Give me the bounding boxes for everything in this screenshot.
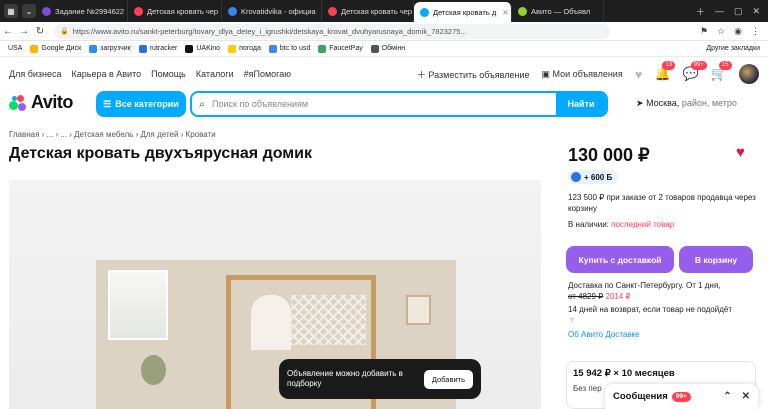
- extension-icon[interactable]: ⚑: [700, 26, 708, 37]
- tab-favicon-icon: [420, 7, 429, 17]
- post-ad-link[interactable]: ＋ Разместить объявление: [417, 68, 530, 81]
- browser-tab[interactable]: Детская кровать чер: [322, 0, 414, 22]
- delivery-info-link[interactable]: Об Авито Доставке: [568, 330, 640, 339]
- bookmark-item[interactable]: rutracker: [138, 44, 177, 53]
- back-arrow-icon[interactable]: ←: [0, 26, 16, 37]
- return-policy: 14 дней на возврат, если товар не подойд…: [568, 305, 732, 314]
- bookmark-item[interactable]: погода: [228, 44, 261, 53]
- add-to-collection-button[interactable]: Добавить: [423, 369, 473, 389]
- search-button[interactable]: Найти: [556, 93, 606, 115]
- profile-icon[interactable]: ◉: [734, 26, 742, 37]
- search-input[interactable]: Поиск по объявлениям: [212, 99, 556, 109]
- location-selector[interactable]: ➤ Москва, район, метро: [636, 98, 737, 109]
- notif-count-badge: 13: [662, 61, 676, 70]
- nav-catalogs[interactable]: Каталоги: [196, 69, 234, 79]
- location-arrow-icon: ➤: [636, 98, 644, 108]
- bookmark-favicon-icon: [89, 44, 98, 53]
- search-icon: ⌕: [199, 98, 205, 110]
- menu-dots-icon[interactable]: ⋮: [751, 26, 760, 37]
- browser-tab[interactable]: Детская кровать чер: [128, 0, 222, 22]
- msg-count-badge: 99+: [690, 61, 707, 70]
- breadcrumb[interactable]: Главная › ... › ... › Детская мебель › Д…: [9, 130, 216, 139]
- question-icon[interactable]: ?: [570, 318, 574, 325]
- nav-business[interactable]: Для бизнеса: [9, 69, 62, 79]
- add-to-cart-button[interactable]: В корзину: [679, 246, 753, 273]
- tab-grid-icon[interactable]: ▦: [4, 4, 18, 18]
- buy-with-delivery-button[interactable]: Купить с доставкой: [566, 246, 674, 273]
- avito-logo-icon: [9, 94, 27, 111]
- tab-favicon-icon: [328, 6, 337, 16]
- favorite-heart-icon[interactable]: ♥: [736, 144, 745, 161]
- tab-favicon-icon: [42, 6, 51, 16]
- price: 130 000 ₽: [568, 145, 650, 165]
- browser-tab-bar: ▦ ⌄ Задание №2994622 Детская кровать чер…: [0, 0, 768, 22]
- bookmark-item[interactable]: загрузчик: [89, 44, 131, 53]
- tab-close-icon[interactable]: ✕: [502, 8, 508, 17]
- reload-icon[interactable]: ↻: [32, 26, 48, 37]
- bookmarks-bar: USA Google Диск загрузчик rutracker UAKi…: [0, 41, 768, 57]
- nav-career[interactable]: Карьера в Авито: [72, 69, 142, 79]
- bonus-badge: + 600 Б: [568, 170, 619, 184]
- url-field[interactable]: 🔒 https://www.avito.ru/sankt-peterburg/t…: [54, 23, 610, 39]
- menu-lines-icon: ☰: [103, 98, 112, 109]
- messages-count-badge: 99+: [671, 391, 691, 402]
- chevron-up-icon[interactable]: ⌃: [723, 391, 731, 402]
- bookmark-favicon-icon: [185, 44, 194, 53]
- bookmark-favicon-icon: [268, 44, 277, 53]
- cart-icon[interactable]: 🛒 15: [711, 61, 732, 82]
- avito-logo[interactable]: Avito: [9, 92, 73, 113]
- maximize-icon[interactable]: ▢: [734, 6, 743, 17]
- bookmark-item[interactable]: FaucetPay: [318, 44, 363, 53]
- bookmark-item[interactable]: Обмінн: [370, 44, 405, 53]
- minimize-icon[interactable]: —: [715, 6, 724, 16]
- other-bookmarks[interactable]: Другие закладки: [706, 45, 768, 52]
- bookmark-favicon-icon: [318, 44, 327, 53]
- availability: В наличии: последний товар: [568, 220, 675, 229]
- bookmark-favicon-icon: [30, 44, 39, 53]
- all-categories-button[interactable]: ☰ Все категории: [96, 91, 186, 117]
- tab-list-chevron-icon[interactable]: ⌄: [22, 4, 36, 18]
- messages-icon[interactable]: 💬 99+: [683, 61, 707, 82]
- messages-widget[interactable]: Сообщения 99+ ⌃ ✕: [605, 384, 758, 409]
- address-bar-row: ← → ↻ 🔒 https://www.avito.ru/sankt-peter…: [0, 22, 768, 41]
- bonus-coin-icon: [571, 172, 581, 182]
- my-ads-link[interactable]: ▣ Мои объявления: [542, 69, 623, 80]
- browser-tab-active[interactable]: Детская кровать д ✕: [414, 2, 512, 22]
- add-to-collection-toast: Объявление можно добавить в подборку Доб…: [279, 359, 481, 399]
- search-bar: ⌕ Поиск по объявлениям Найти: [190, 91, 608, 117]
- new-tab-icon[interactable]: ＋: [696, 5, 705, 18]
- tab-favicon-icon: [228, 6, 237, 16]
- nav-help[interactable]: Помощь: [151, 69, 186, 79]
- tab-favicon-icon: [518, 6, 527, 16]
- favorites-heart-icon[interactable]: ♥: [635, 67, 643, 82]
- bookmark-item[interactable]: Google Диск: [30, 44, 81, 53]
- site-top-nav: Для бизнеса Карьера в Авито Помощь Катал…: [9, 61, 759, 84]
- bookmark-item[interactable]: USA: [8, 45, 22, 52]
- bulk-offer-text: 123 500 ₽ при заказе от 2 товаров продав…: [568, 193, 756, 213]
- forward-arrow-icon[interactable]: →: [16, 26, 32, 37]
- lock-icon: 🔒: [60, 28, 69, 35]
- notifications-bell-icon[interactable]: 🔔 13: [654, 61, 676, 82]
- nav-i-help[interactable]: #яПомогаю: [244, 69, 291, 79]
- close-window-icon[interactable]: ✕: [752, 6, 760, 17]
- browser-tab[interactable]: Krovatidvika - официа: [222, 0, 322, 22]
- delivery-info: Доставка по Санкт-Петербургу. От 1 дня, …: [568, 281, 721, 301]
- bookmark-favicon-icon: [370, 44, 379, 53]
- browser-tab[interactable]: Задание №2994622: [36, 0, 128, 22]
- page-title: Детская кровать двухъярусная домик: [9, 145, 312, 162]
- cart-count-badge: 15: [718, 61, 732, 70]
- bookmark-item[interactable]: btc to usd: [268, 44, 310, 53]
- close-icon[interactable]: ✕: [742, 391, 750, 402]
- bookmark-star-icon[interactable]: ☆: [717, 26, 725, 37]
- browser-tab[interactable]: Авито — Объявл: [512, 0, 604, 22]
- avatar[interactable]: [739, 64, 759, 84]
- bookmark-item[interactable]: UAKino: [185, 44, 220, 53]
- tab-favicon-icon: [134, 6, 143, 16]
- bookmark-favicon-icon: [228, 44, 237, 53]
- bookmark-favicon-icon: [138, 44, 147, 53]
